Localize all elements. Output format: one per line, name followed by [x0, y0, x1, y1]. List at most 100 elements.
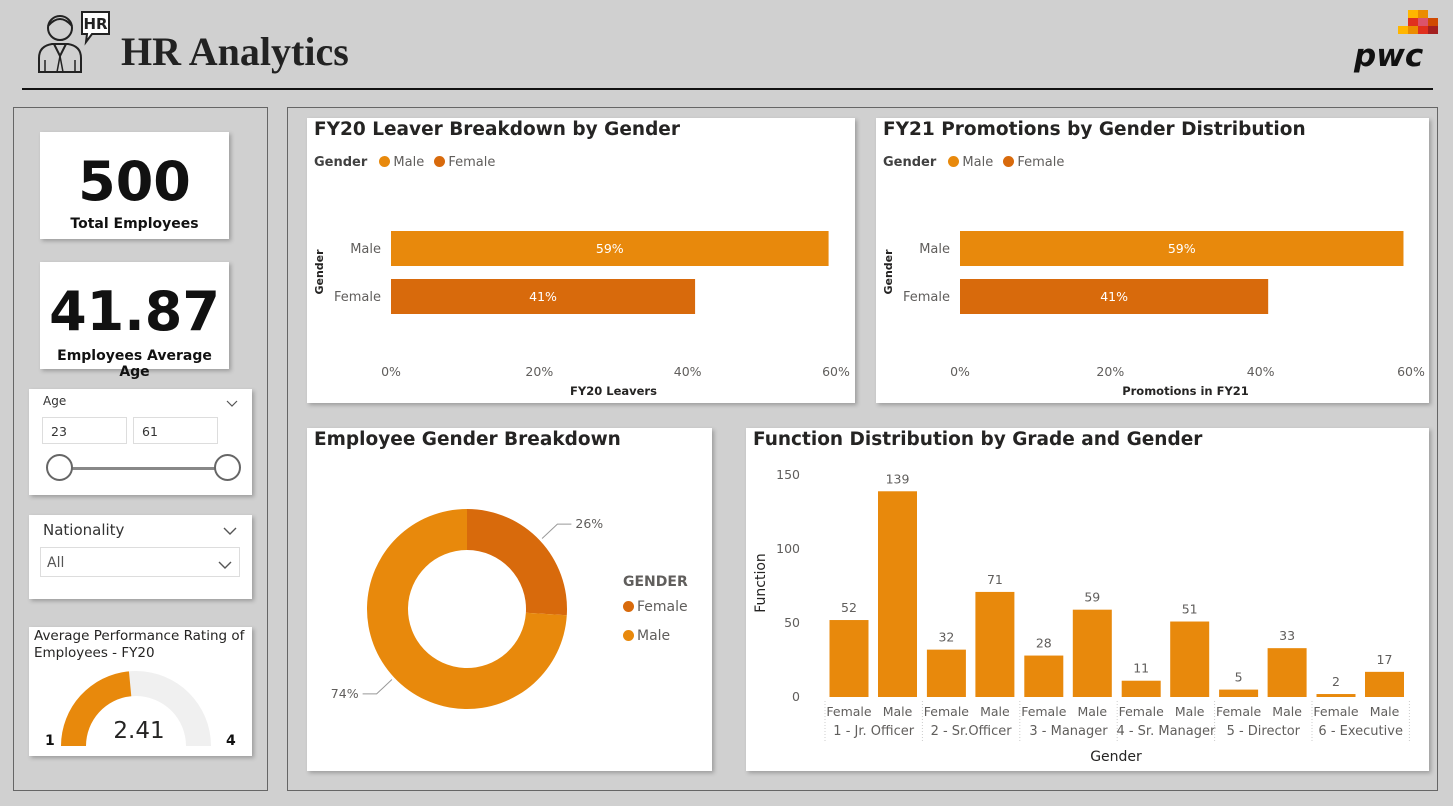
data-label: 41% — [529, 289, 557, 304]
nationality-dropdown[interactable]: All — [40, 547, 240, 577]
header-divider — [22, 88, 1433, 90]
data-label: 17 — [1377, 652, 1393, 667]
data-label: 5 — [1235, 670, 1243, 685]
x-tick-label: 20% — [525, 364, 553, 379]
x-group-label: 2 - Sr.Officer — [931, 724, 1013, 739]
y-tick-label: 100 — [776, 541, 800, 556]
nationality-slicer-label: Nationality — [43, 521, 125, 539]
chevron-down-icon[interactable] — [222, 522, 238, 541]
data-label: 59% — [1168, 241, 1196, 256]
nationality-selected-value: All — [47, 555, 65, 571]
legend-label: Male — [637, 628, 671, 644]
bar — [1267, 648, 1307, 697]
bar — [829, 620, 869, 697]
age-slider-min-handle[interactable] — [46, 454, 73, 481]
x-axis-title: FY20 Leavers — [570, 384, 657, 398]
data-label: 32 — [938, 630, 954, 645]
y-tick-label: Male — [919, 242, 950, 257]
bar — [1219, 689, 1259, 697]
x-tick-label: Female — [1021, 704, 1067, 719]
data-label: 139 — [886, 471, 910, 486]
gauge-max-label: 4 — [226, 733, 236, 749]
function-distribution-chart: Function Distribution by Grade and Gende… — [746, 428, 1429, 771]
data-label: 52 — [841, 600, 857, 615]
kpi-label: Employees Average Age — [57, 348, 212, 380]
donut-slice — [467, 509, 567, 616]
pwc-logo: pwc — [1352, 6, 1442, 74]
y-tick-label: 0 — [792, 689, 800, 704]
x-tick-label: 20% — [1096, 364, 1124, 379]
x-tick-label: 0% — [950, 364, 970, 379]
x-tick-label: Male — [1077, 704, 1107, 719]
data-label: 51 — [1182, 602, 1198, 617]
data-label: 71 — [987, 572, 1003, 587]
bar — [1072, 609, 1112, 697]
donut-legend-title: GENDER — [623, 574, 688, 590]
kpi-value: 41.87 — [49, 280, 220, 343]
bar — [1121, 680, 1161, 697]
legend-marker-male — [623, 630, 634, 641]
leader-line — [541, 523, 572, 539]
x-tick-label: Female — [1313, 704, 1359, 719]
leader-line — [362, 679, 393, 695]
x-group-label: 1 - Jr. Officer — [833, 724, 914, 739]
x-tick-label: 40% — [674, 364, 702, 379]
nationality-slicer: Nationality All — [29, 515, 252, 599]
kpi-card-average-age: 41.87 Employees Average Age — [40, 262, 229, 380]
x-tick-label: 60% — [1397, 364, 1425, 379]
y-tick-label: Female — [334, 290, 381, 305]
bar — [975, 591, 1015, 697]
x-axis-title: Promotions in FY21 — [1122, 384, 1249, 398]
age-slicer-label: Age — [43, 394, 67, 408]
x-tick-label: 0% — [381, 364, 401, 379]
gender-breakdown-donut-chart: Employee Gender Breakdown 26% 74% GENDER … — [307, 428, 712, 771]
data-label: 59% — [596, 241, 624, 256]
y-tick-label: Female — [903, 290, 950, 305]
bar — [1316, 694, 1356, 697]
data-label: 59 — [1084, 590, 1100, 605]
legend-marker-female — [623, 601, 634, 612]
dashboard-title: HR Analytics — [121, 29, 349, 74]
data-label: 33 — [1279, 628, 1295, 643]
data-label: 26% — [575, 516, 603, 531]
bar — [878, 491, 917, 697]
x-group-label: 3 - Manager — [1029, 724, 1108, 739]
x-group-label: 5 - Director — [1227, 724, 1301, 739]
kpi-value: 500 — [78, 150, 191, 213]
gauge-min-label: 1 — [45, 733, 55, 749]
y-tick-label: 150 — [776, 467, 800, 482]
hr-person-icon: HR — [36, 6, 112, 76]
y-tick-label: Male — [350, 242, 381, 257]
bar — [1365, 671, 1404, 697]
pwc-logo-text: pwc — [1353, 38, 1424, 74]
data-label: 2 — [1332, 674, 1340, 689]
age-max-input[interactable]: 61 — [133, 417, 218, 444]
x-tick-label: Male — [1370, 704, 1400, 719]
chevron-down-icon — [217, 556, 233, 575]
x-tick-label: Female — [1119, 704, 1165, 719]
kpi-label: Total Employees — [70, 216, 199, 232]
x-tick-label: 60% — [822, 364, 850, 379]
x-tick-label: 40% — [1247, 364, 1275, 379]
age-slider-track[interactable] — [61, 467, 228, 470]
y-axis-title: Function — [753, 553, 769, 613]
bar — [1170, 621, 1210, 697]
bar — [1024, 655, 1064, 697]
y-axis-title: Gender — [882, 249, 895, 295]
age-min-input[interactable]: 23 — [42, 417, 127, 444]
x-axis-title: Gender — [1090, 749, 1142, 765]
x-tick-label: Female — [826, 704, 872, 719]
hr-icon-text: HR — [83, 15, 108, 33]
data-label: 11 — [1133, 661, 1149, 676]
x-tick-label: Male — [883, 704, 913, 719]
legend-label: Female — [637, 599, 688, 615]
age-slider-max-handle[interactable] — [214, 454, 241, 481]
data-label: 28 — [1036, 636, 1052, 651]
chevron-down-icon[interactable] — [226, 393, 238, 412]
y-axis-title: Gender — [313, 249, 326, 295]
promotions-distribution-chart: FY21 Promotions by Gender Distribution G… — [876, 118, 1429, 403]
data-label: 41% — [1100, 289, 1128, 304]
leaver-breakdown-chart: FY20 Leaver Breakdown by Gender Gender M… — [307, 118, 855, 403]
x-tick-label: Female — [1216, 704, 1262, 719]
x-tick-label: Male — [980, 704, 1010, 719]
